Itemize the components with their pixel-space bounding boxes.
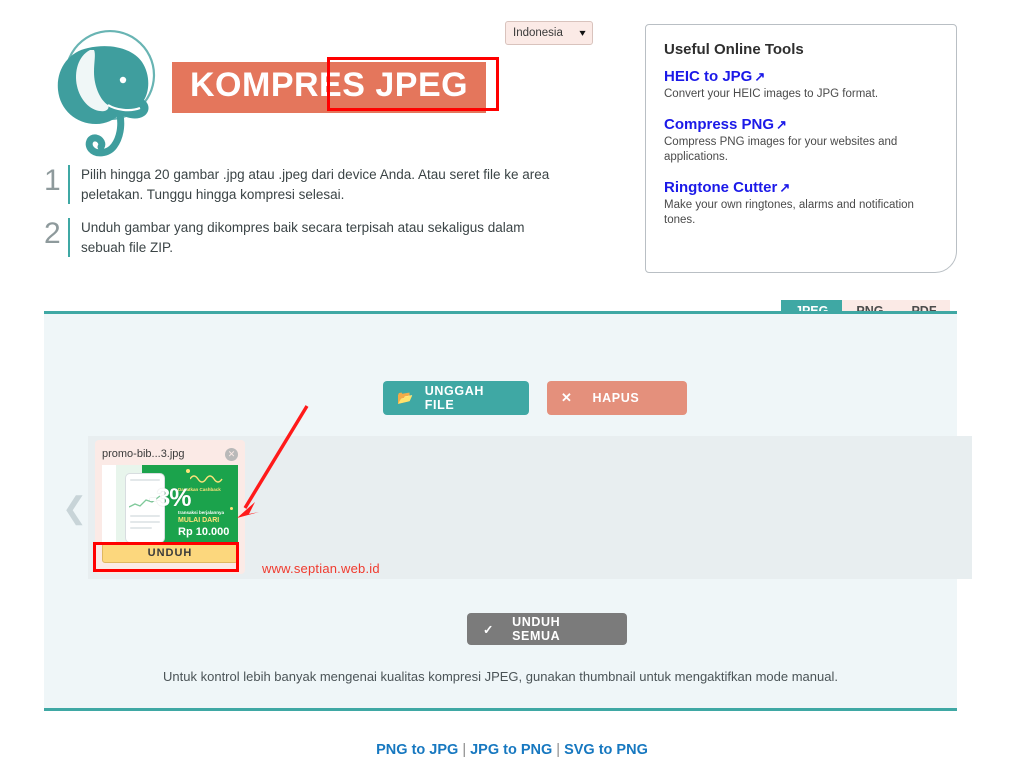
manual-mode-hint: Untuk kontrol lebih banyak mengenai kual… xyxy=(163,669,838,684)
watermark-text: www.septian.web.id xyxy=(262,561,380,576)
preview-mulai-label: MULAI DARI xyxy=(178,517,220,524)
footer-link-svg-to-png[interactable]: SVG to PNG xyxy=(564,742,648,758)
useful-online-tools-panel: Useful Online Tools HEIC to JPG ↗ Convert… xyxy=(645,24,957,273)
tool-desc-ringtone-cutter: Make your own ringtones, alarms and noti… xyxy=(664,198,914,227)
language-select[interactable]: Indonesia ▾ xyxy=(505,21,593,45)
chevron-down-icon: ▾ xyxy=(579,27,586,39)
tool-link-label: Ringtone Cutter xyxy=(664,178,778,196)
check-icon: ✓ xyxy=(483,622,495,637)
external-link-icon: ↗ xyxy=(754,69,766,84)
elephant-logo-icon xyxy=(44,20,172,160)
language-select-value: Indonesia xyxy=(513,27,563,39)
tool-link-heic-to-jpg[interactable]: HEIC to JPG ↗ xyxy=(664,68,765,85)
tool-item-ringtone-cutter: Ringtone Cutter ↗ Make your own ringtones… xyxy=(664,179,938,229)
page-root: KOMPRES JPEG Indonesia ▾ Useful Online T… xyxy=(0,0,1024,779)
external-link-icon: ↗ xyxy=(776,116,787,132)
delete-button[interactable]: ✕ HAPUS xyxy=(547,381,687,415)
tool-link-label: Compress PNG xyxy=(664,115,775,133)
close-circle-icon[interactable]: ✕ xyxy=(225,447,238,461)
footer-separator: | xyxy=(556,742,561,758)
tool-desc-heic-to-jpg: Convert your HEIC images to JPG format. xyxy=(664,88,879,100)
delete-label: HAPUS xyxy=(592,391,640,405)
preview-price: Rp 10.000 xyxy=(178,526,230,538)
step-item-2: 2 Unduh gambar yang dikompres baik secar… xyxy=(44,217,604,258)
footer-separator: | xyxy=(462,742,467,758)
step-number: 1 xyxy=(44,164,61,197)
upload-file-button[interactable]: 📂 UNGGAH FILE xyxy=(383,381,529,415)
download-button[interactable]: UNDUH xyxy=(102,543,238,563)
tool-desc-compress-png: Compress PNG images for your websites an… xyxy=(664,135,898,164)
step-text: Pilih hingga 20 gambar .jpg atau .jpeg d… xyxy=(68,165,588,205)
step-number: 2 xyxy=(44,217,61,251)
compressor-panel: 📂 UNGGAH FILE ✕ HAPUS ❮ ❯ promo-bib...3.… xyxy=(44,311,972,711)
tool-link-label: HEIC to JPG xyxy=(664,68,753,85)
steps-list: 1 Pilih hingga 20 gambar .jpg atau .jpeg… xyxy=(44,164,604,258)
chevron-left-icon[interactable]: ❮ xyxy=(62,494,87,524)
tool-item-heic-to-jpg: HEIC to JPG ↗ Convert your HEIC images to… xyxy=(664,68,938,103)
footer-links: PNG to JPG | JPG to PNG | SVG to PNG xyxy=(0,742,1024,758)
thumbnail-card[interactable]: promo-bib...3.jpg ✕ Dapatkan Cashback -3… xyxy=(95,440,245,574)
step-text: Unduh gambar yang dikompres baik secara … xyxy=(68,218,568,258)
download-all-button[interactable]: ✓ UNDUH SEMUA xyxy=(467,613,627,645)
preview-terms-label: transaksi berjalannya xyxy=(178,510,225,515)
tools-panel-title: Useful Online Tools xyxy=(664,41,804,58)
thumbnail-card-header: promo-bib...3.jpg ✕ xyxy=(102,446,238,462)
preview-percent: -3% xyxy=(149,484,191,512)
external-link-icon: ↗ xyxy=(779,179,791,195)
thumbnail-filename: promo-bib...3.jpg xyxy=(102,448,185,460)
step-item-1: 1 Pilih hingga 20 gambar .jpg atau .jpeg… xyxy=(44,164,604,205)
upload-file-label: UNGGAH FILE xyxy=(424,384,484,412)
thumbnail-preview-image: Dapatkan Cashback -3% transaksi berjalan… xyxy=(102,465,238,546)
folder-open-icon: 📂 xyxy=(397,390,414,405)
close-x-icon: ✕ xyxy=(561,390,573,405)
action-button-row: 📂 UNGGAH FILE ✕ HAPUS xyxy=(383,381,687,415)
footer-link-png-to-jpg[interactable]: PNG to JPG xyxy=(376,742,458,758)
tool-link-compress-png[interactable]: Compress PNG ↗ xyxy=(664,116,787,133)
footer-link-jpg-to-png[interactable]: JPG to PNG xyxy=(470,742,552,758)
page-title: KOMPRES JPEG xyxy=(172,62,487,113)
tool-item-compress-png: Compress PNG ↗ Compress PNG images for yo… xyxy=(664,116,938,166)
tool-link-ringtone-cutter[interactable]: Ringtone Cutter ↗ xyxy=(664,179,790,196)
download-all-label: UNDUH SEMUA xyxy=(512,615,561,643)
